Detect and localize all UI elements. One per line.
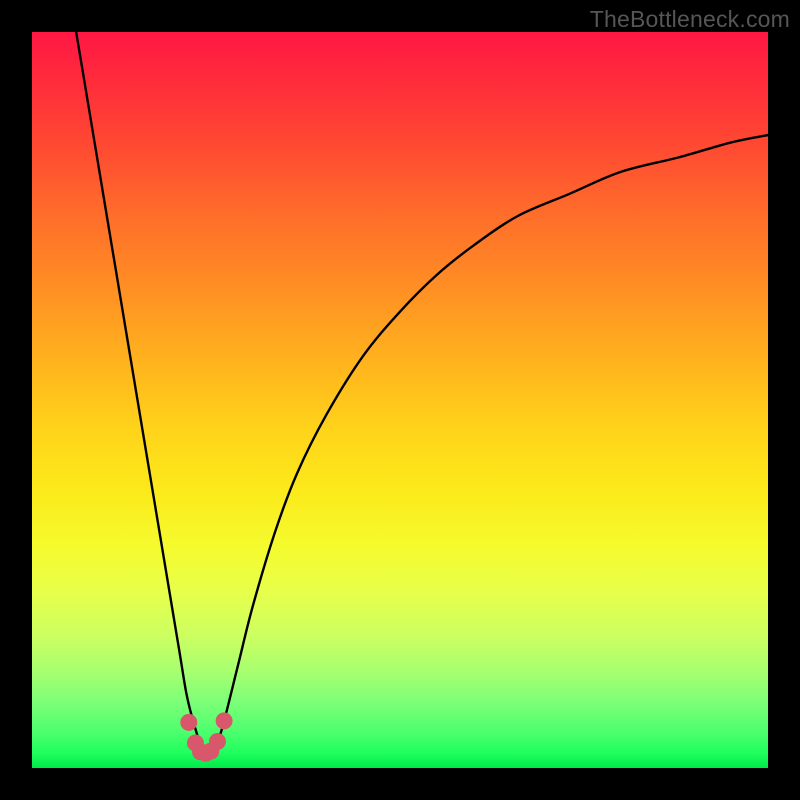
watermark-text: TheBottleneck.com (590, 6, 790, 33)
dip-marker-group (180, 712, 232, 761)
plot-area (32, 32, 768, 768)
dip-marker (216, 712, 233, 729)
dip-marker (180, 714, 197, 731)
curve-svg (32, 32, 768, 768)
chart-frame: TheBottleneck.com (0, 0, 800, 800)
bottleneck-curve-path (76, 32, 768, 753)
dip-marker (209, 733, 226, 750)
